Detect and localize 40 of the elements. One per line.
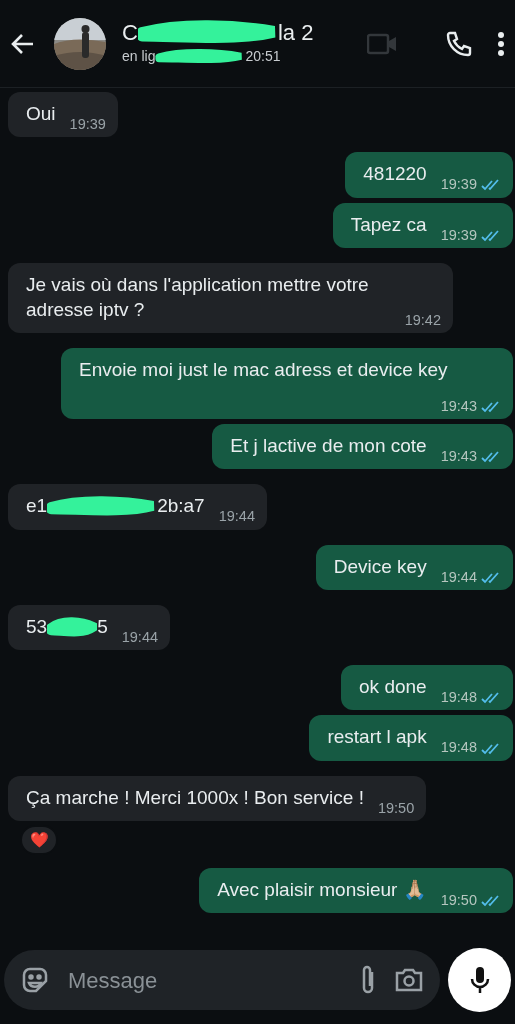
message-text: Tapez ca	[350, 213, 427, 235]
message-input[interactable]: Message	[66, 962, 316, 998]
message-text: Device key	[333, 555, 427, 577]
message-time: 19:39	[69, 115, 106, 134]
message-text: 2b:a7	[157, 495, 205, 517]
message-text: restart l apk	[327, 726, 427, 748]
message-field[interactable]: Message	[4, 950, 441, 1010]
message-time: 19:43	[440, 446, 501, 467]
message-text: Avec plaisir monsieur 🙏🏼	[217, 878, 427, 900]
message-time: 19:39	[440, 225, 501, 245]
message-time: 19:50	[377, 798, 415, 818]
message-time: 19:43	[440, 396, 501, 416]
message-text: 53	[26, 615, 48, 637]
message-time: 19:48	[440, 688, 501, 708]
message-time: 19:42	[404, 311, 441, 331]
contact-name: C	[122, 20, 138, 46]
message-text: 5	[97, 615, 108, 637]
message-text: Ça marche ! Merci 1000x ! Bon service !	[26, 786, 364, 808]
message-time: 19:44	[440, 567, 501, 587]
camera-icon[interactable]	[394, 967, 425, 993]
last-seen-status: en lig	[122, 47, 156, 66]
reaction-badge: ❤	[20, 824, 58, 855]
microphone-icon	[468, 965, 491, 995]
message-text: ok done	[359, 676, 427, 698]
message-text: Je vais où dans l'application mettre votre adresse iptv ?	[26, 273, 369, 321]
message-time: 19:50	[440, 890, 501, 911]
phone-icon[interactable]	[445, 29, 473, 58]
sticker-icon[interactable]	[20, 965, 50, 995]
message-text: Oui	[26, 103, 56, 124]
message-time: 19:44	[218, 507, 255, 527]
message-text: 481220	[363, 163, 427, 185]
message-text: Et j lactive de mon cote	[230, 434, 427, 456]
message-time: 19:39	[440, 175, 501, 195]
more-options-icon[interactable]	[497, 30, 505, 57]
message-text: Envoie moi just le mac adress et device key	[79, 359, 448, 381]
message-time: 19:44	[121, 627, 158, 647]
last-seen-status: 20:51	[245, 47, 281, 66]
message-time: 19:48	[440, 738, 501, 758]
message-text: e1	[26, 495, 48, 517]
contact-name: la 2	[277, 20, 314, 46]
